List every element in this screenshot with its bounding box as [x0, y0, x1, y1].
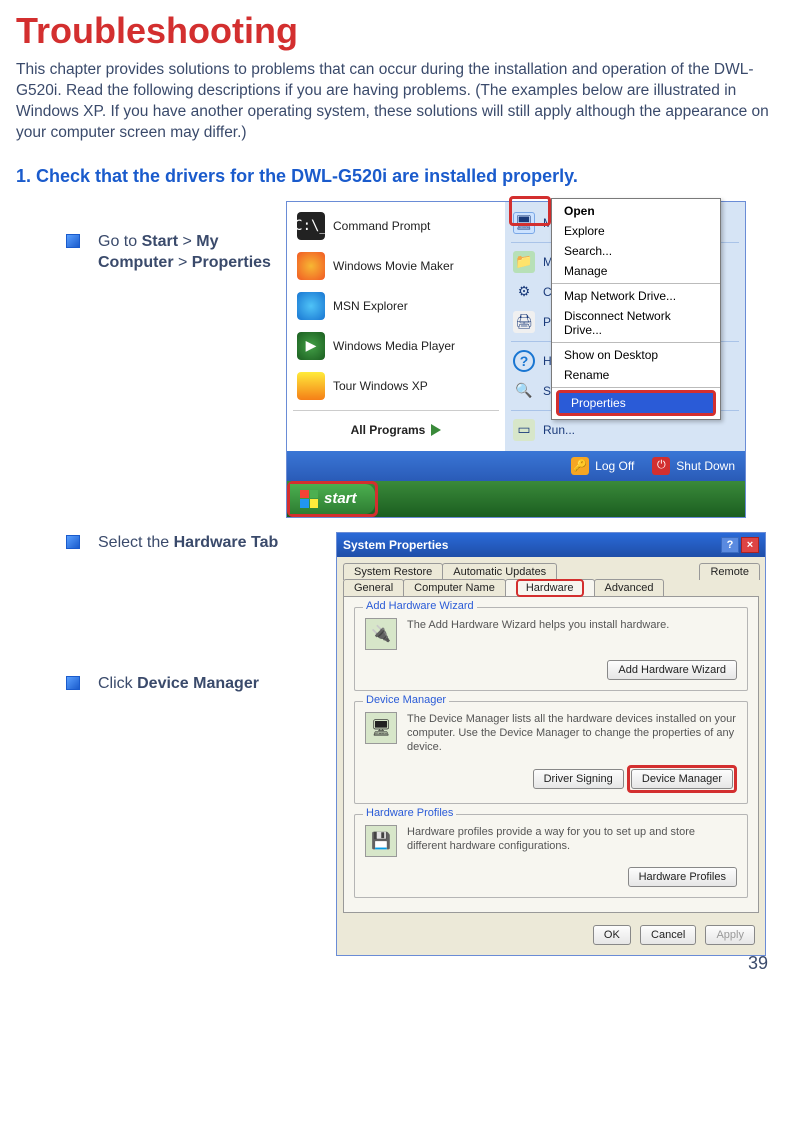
add-hardware-icon: 🔌	[365, 618, 397, 650]
hardware-tab-pane: Add Hardware Wizard 🔌 The Add Hardware W…	[343, 596, 759, 913]
start-item-msn[interactable]: MSN Explorer	[293, 286, 499, 326]
system-properties-dialog: System Properties ? × System Restore Aut…	[336, 532, 766, 956]
taskbar: start	[287, 481, 745, 517]
help-icon: ?	[513, 350, 535, 372]
page-title: Troubleshooting	[16, 10, 772, 52]
group-device-manager: Device Manager 🖥 The Device Manager list…	[354, 701, 748, 804]
logoff-icon: 🔑	[571, 457, 589, 475]
all-programs-button[interactable]: All Programs	[293, 415, 499, 445]
context-explore[interactable]: Explore	[552, 221, 720, 241]
device-manager-icon: 🖥	[365, 712, 397, 744]
step1-heading: 1. Check that the drivers for the DWL-G5…	[16, 166, 772, 187]
start-item-media-player[interactable]: ▶Windows Media Player	[293, 326, 499, 366]
page-number: 39	[748, 953, 768, 974]
highlight-hardware-tab: Hardware	[516, 579, 584, 597]
apply-button[interactable]: Apply	[705, 925, 755, 945]
printers-icon: 🖨	[513, 311, 535, 333]
bullet-icon	[66, 234, 80, 248]
dialog-title: System Properties	[343, 538, 448, 552]
tab-system-restore[interactable]: System Restore	[343, 563, 443, 580]
start-item-movie-maker[interactable]: Windows Movie Maker	[293, 246, 499, 286]
start-button[interactable]: start	[290, 484, 375, 514]
start-menu-left-column: C:\_Command Prompt Windows Movie Maker M…	[287, 202, 505, 451]
context-manage[interactable]: Manage	[552, 261, 720, 281]
context-show-desktop[interactable]: Show on Desktop	[552, 345, 720, 365]
group-add-hardware: Add Hardware Wizard 🔌 The Add Hardware W…	[354, 607, 748, 691]
hardware-profiles-button[interactable]: Hardware Profiles	[628, 867, 737, 887]
tabs-row-top: System Restore Automatic Updates Remote	[343, 563, 759, 580]
context-rename[interactable]: Rename	[552, 365, 720, 385]
shutdown-icon: ⏻	[652, 457, 670, 475]
hardware-profiles-icon: 💾	[365, 825, 397, 857]
intro-paragraph: This chapter provides solutions to probl…	[16, 60, 772, 144]
media-player-icon: ▶	[297, 332, 325, 360]
instruction-goto-start: Go to Start > My Computer > Properties	[98, 231, 286, 274]
instruction-device-manager: Click Device Manager	[98, 673, 259, 695]
tab-remote[interactable]: Remote	[699, 563, 760, 580]
ok-button[interactable]: OK	[593, 925, 631, 945]
start-menu-screenshot: C:\_Command Prompt Windows Movie Maker M…	[286, 201, 746, 518]
tab-automatic-updates[interactable]: Automatic Updates	[442, 563, 557, 580]
tab-computer-name[interactable]: Computer Name	[403, 579, 506, 596]
dialog-titlebar: System Properties ? ×	[337, 533, 765, 557]
driver-signing-button[interactable]: Driver Signing	[533, 769, 624, 789]
movie-maker-icon	[297, 252, 325, 280]
folder-icon: 📁	[513, 251, 535, 273]
group-label-add-hw: Add Hardware Wizard	[363, 600, 477, 612]
windows-flag-icon	[300, 490, 318, 508]
context-menu: Open Explore Search... Manage Map Networ…	[551, 198, 721, 420]
highlight-my-computer	[509, 196, 551, 226]
search-icon: 🔍	[513, 380, 535, 402]
group-label-hp: Hardware Profiles	[363, 807, 456, 819]
context-properties[interactable]: Properties	[559, 393, 713, 413]
tab-advanced[interactable]: Advanced	[594, 579, 665, 596]
tab-general[interactable]: General	[343, 579, 404, 596]
bullet-icon	[66, 676, 80, 690]
control-panel-icon: ⚙	[513, 281, 535, 303]
hardware-profiles-text: Hardware profiles provide a way for you …	[407, 825, 737, 854]
separator	[293, 410, 499, 411]
start-menu-footer: 🔑Log Off ⏻Shut Down	[287, 451, 745, 481]
context-open[interactable]: Open	[552, 201, 720, 221]
bullet-icon	[66, 535, 80, 549]
add-hardware-wizard-button[interactable]: Add Hardware Wizard	[607, 660, 737, 680]
titlebar-close-button[interactable]: ×	[741, 537, 759, 553]
start-item-tour[interactable]: Tour Windows XP	[293, 366, 499, 406]
highlight-start: start	[287, 481, 378, 517]
log-off-button[interactable]: 🔑Log Off	[571, 457, 634, 475]
group-hardware-profiles: Hardware Profiles 💾 Hardware profiles pr…	[354, 814, 748, 898]
context-disconnect-drive[interactable]: Disconnect Network Drive...	[552, 306, 720, 340]
add-hardware-text: The Add Hardware Wizard helps you instal…	[407, 618, 737, 632]
instruction-hardware-tab: Select the Hardware Tab	[98, 532, 278, 554]
msn-icon	[297, 292, 325, 320]
command-prompt-icon: C:\_	[297, 212, 325, 240]
run-icon: ▭	[513, 419, 535, 441]
device-manager-text: The Device Manager lists all the hardwar…	[407, 712, 737, 755]
start-menu-right-column: 🖥My 📁M ⚙Co 🖨Pr ?He 🔍Se ▭Run... Open Expl…	[505, 202, 745, 451]
dialog-buttons: OK Cancel Apply	[337, 919, 765, 955]
group-label-dm: Device Manager	[363, 694, 449, 706]
tour-icon	[297, 372, 325, 400]
highlight-device-manager: Device Manager	[627, 765, 737, 793]
tabs-row-bottom: General Computer Name Hardware Advanced	[343, 579, 759, 596]
cancel-button[interactable]: Cancel	[640, 925, 696, 945]
titlebar-help-button[interactable]: ?	[721, 537, 739, 553]
context-search[interactable]: Search...	[552, 241, 720, 261]
start-item-command-prompt[interactable]: C:\_Command Prompt	[293, 206, 499, 246]
context-map-drive[interactable]: Map Network Drive...	[552, 286, 720, 306]
device-manager-button[interactable]: Device Manager	[631, 769, 733, 789]
shut-down-button[interactable]: ⏻Shut Down	[652, 457, 735, 475]
arrow-right-icon	[431, 424, 441, 436]
tab-hardware[interactable]: Hardware	[505, 579, 595, 596]
highlight-properties: Properties	[556, 390, 716, 416]
